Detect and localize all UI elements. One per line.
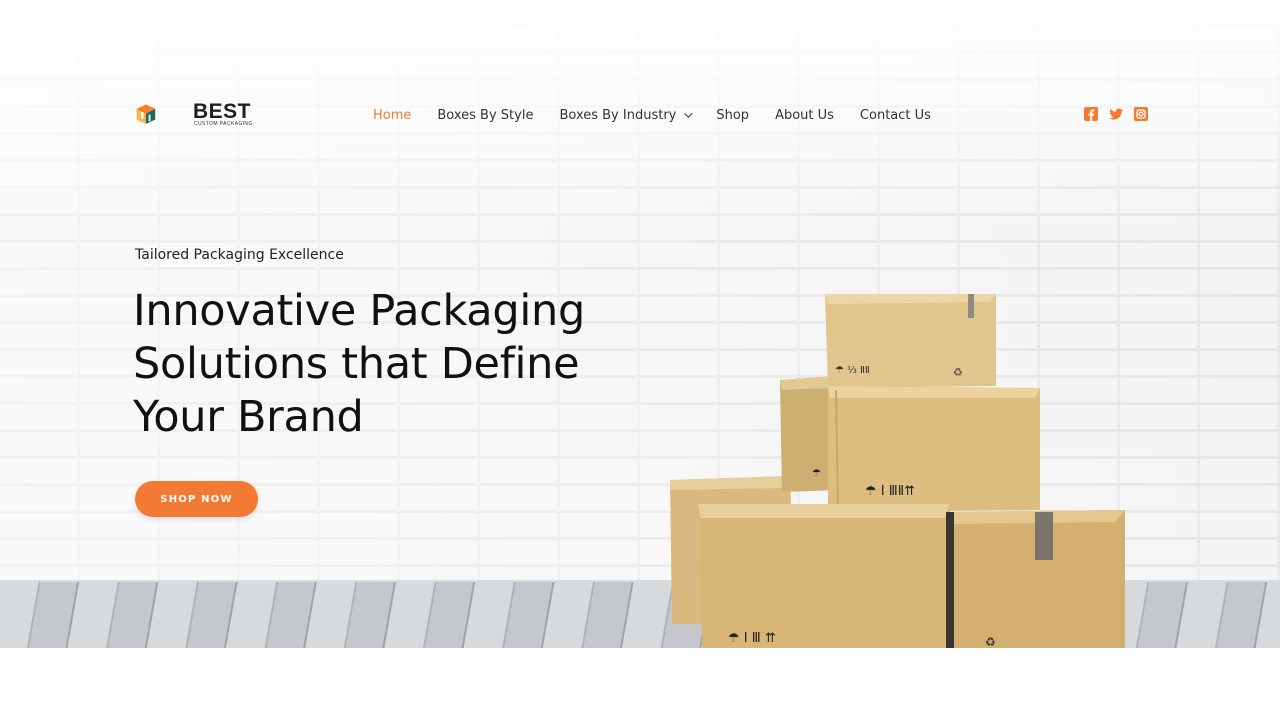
headline-line: Innovative Packaging [133,286,585,336]
nav-item-label: Boxes By Industry [559,107,677,123]
logo-icon[interactable] [136,88,186,142]
nav-item-label: About Us [775,107,834,123]
instagram-icon[interactable] [1134,107,1148,121]
hero-tagline: Tailored Packaging Excellence [135,247,344,263]
cardboard-boxes-image: ☂ ⅓ ⅡⅡ ♻ ☂ Ⅰ ⅢⅡ⇈ ☂ ☂ Ⅰ Ⅲ ⇈ ♻ [670,294,1125,648]
nav-item-shop[interactable]: Shop [716,108,749,123]
svg-text:☂: ☂ [812,468,821,479]
nav-item-home[interactable]: Home [373,108,411,123]
svg-text:♻: ♻ [985,635,996,648]
headline-line: Your Brand [133,392,364,442]
nav-item-boxes-by-style[interactable]: Boxes By Style [437,108,533,123]
svg-text:☂ Ⅰ ⅢⅡ⇈: ☂ Ⅰ ⅢⅡ⇈ [865,484,915,499]
svg-text:☂ Ⅰ Ⅲ ⇈: ☂ Ⅰ Ⅲ ⇈ [728,631,776,646]
nav-item-label: Contact Us [859,107,931,123]
nav-item-boxes-by-industry[interactable]: Boxes By Industry [559,107,694,123]
facebook-icon[interactable] [1084,107,1098,121]
chevron-down-icon[interactable] [684,109,694,118]
svg-text:♻: ♻ [953,366,963,379]
nav-item-label: Shop [716,107,750,123]
headline-line: Solutions that Define [133,339,580,389]
hero-headline: Innovative Packaging Solutions that Defi… [133,285,693,444]
twitter-icon[interactable] [1109,107,1123,121]
nav-item-label: Home [373,107,412,123]
social-links [1084,107,1159,121]
brand-subtitle: CUSTOM PACKAGING [194,121,253,127]
nav-item-about-us[interactable]: About Us [775,108,834,123]
site-header: BEST CUSTOM PACKAGING Home Boxes By Styl… [0,80,1280,150]
nav-item-label: Boxes By Style [437,107,534,123]
main-nav: Home Boxes By Style Boxes By Industry Sh… [373,104,957,126]
nav-item-contact-us[interactable]: Contact Us [860,108,931,123]
svg-text:☂ ⅓ ⅡⅡ: ☂ ⅓ ⅡⅡ [835,365,870,376]
shop-now-button[interactable]: SHOP NOW [135,481,258,517]
